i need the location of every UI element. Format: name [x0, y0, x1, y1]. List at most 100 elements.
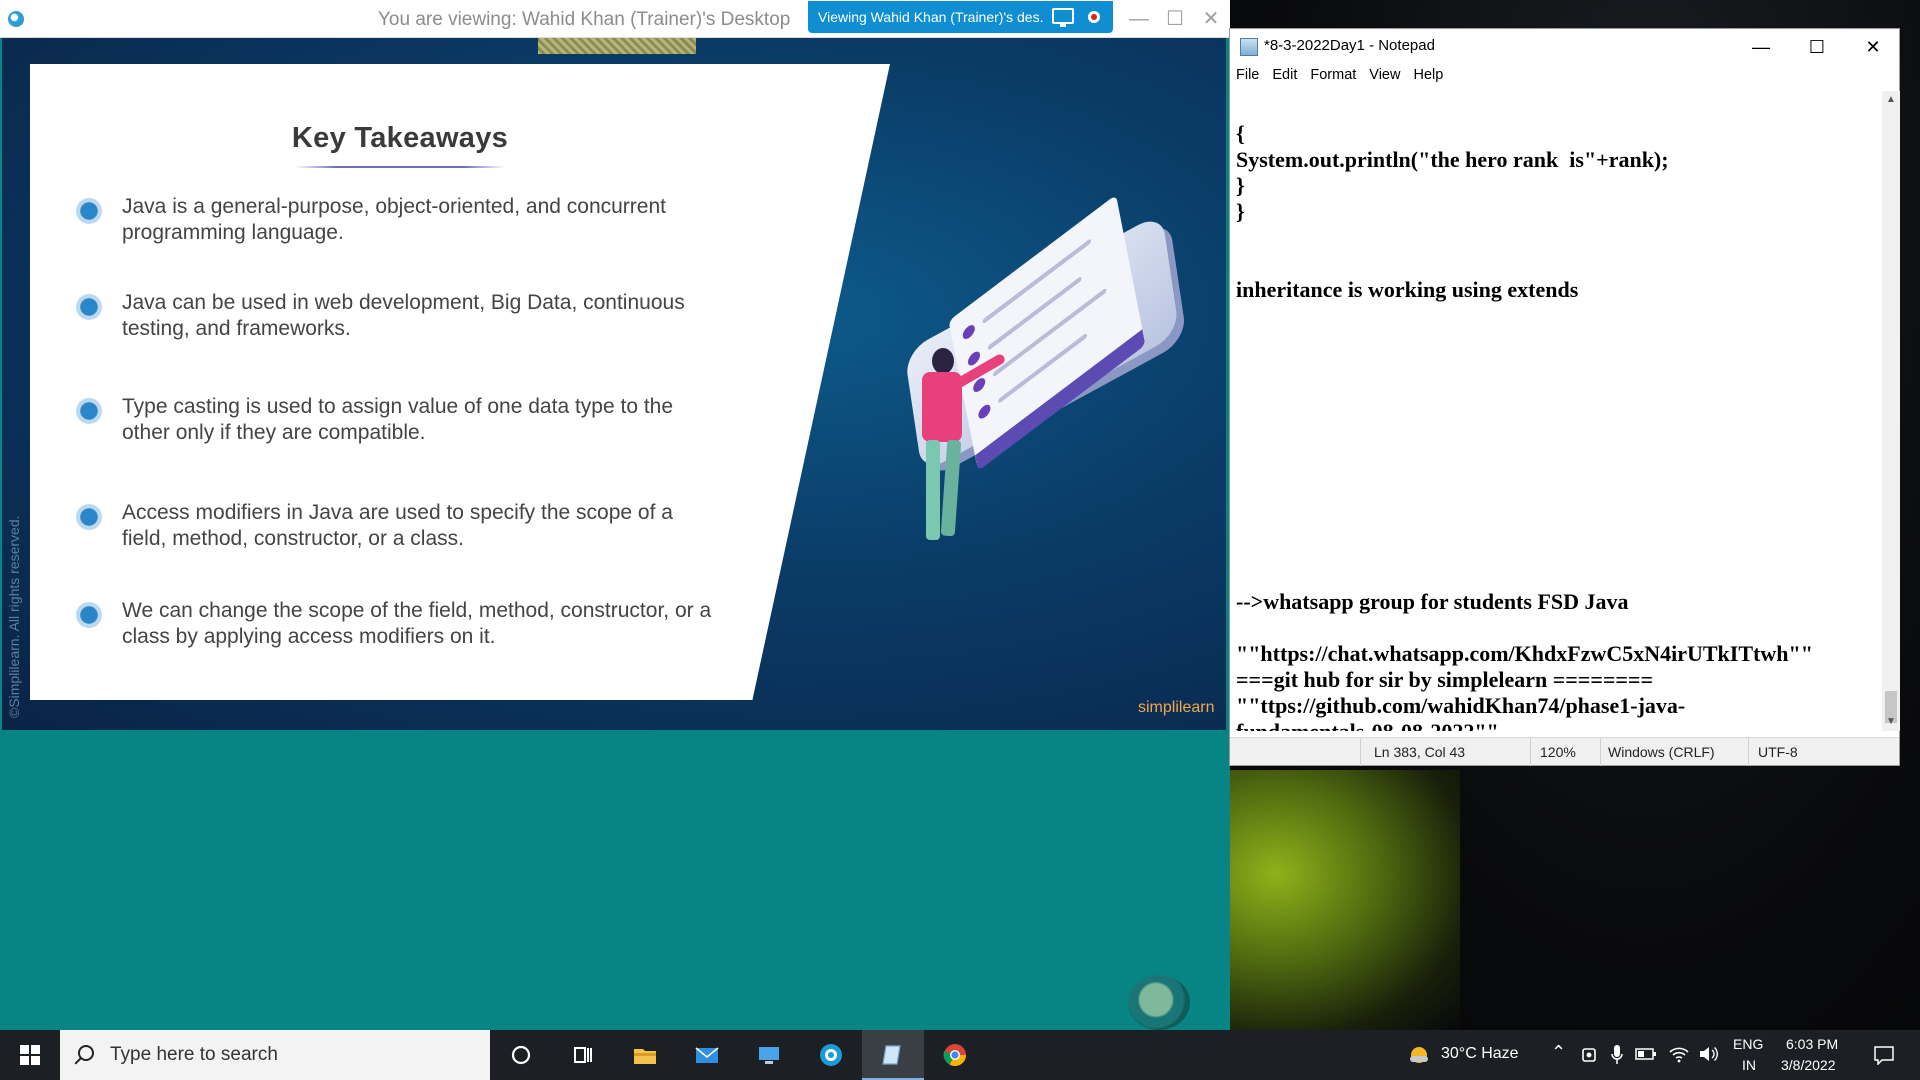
screen-share-icon[interactable] — [1052, 8, 1074, 27]
bullet-text: Java can be used in web development, Big… — [122, 291, 685, 340]
cortana-icon — [511, 1045, 531, 1065]
taskbar: Type here to search 30°C Haze ⌃ ENG IN 6… — [0, 1030, 1920, 1080]
task-view-icon — [574, 1047, 592, 1063]
viewing-banner-text: Viewing Wahid Khan (Trainer)'s des... — [818, 9, 1043, 25]
region-indicator[interactable]: IN — [1742, 1057, 1756, 1073]
viewer-close-button[interactable]: ✕ — [1198, 6, 1224, 32]
text-line: ""https://chat.whatsapp.com/KhdxFzwC5xN4… — [1236, 641, 1813, 666]
chevron-up-icon[interactable]: ⌃ — [1551, 1042, 1566, 1063]
record-icon[interactable] — [1088, 11, 1100, 23]
encoding: UTF-8 — [1758, 744, 1798, 760]
menu-format[interactable]: Format — [1304, 65, 1363, 83]
mail-button[interactable] — [676, 1030, 738, 1080]
viewing-banner[interactable]: Viewing Wahid Khan (Trainer)'s des... — [808, 1, 1113, 33]
text-line: ""ttps://github.com/wahidKhan74/phase1-j… — [1236, 693, 1686, 718]
slide-title-underline — [295, 166, 505, 168]
notepad-titlebar[interactable]: *8-3-2022Day1 - Notepad — ☐ ✕ — [1230, 29, 1899, 65]
participant-avatar[interactable] — [1128, 975, 1190, 1030]
viewer-minimize-button[interactable]: — — [1126, 6, 1152, 32]
text-line: inheritance is working using extends — [1236, 277, 1579, 302]
menu-help[interactable]: Help — [1407, 65, 1450, 83]
slide-title: Key Takeaways — [291, 122, 509, 154]
bullet-text: Type casting is used to assign value of … — [122, 395, 674, 444]
search-placeholder: Type here to search — [110, 1044, 278, 1065]
remote-desktop-icon — [759, 1047, 779, 1064]
slide-top-strip — [538, 38, 696, 54]
meeting-tray-icon[interactable] — [1580, 1046, 1598, 1064]
notepad-title: *8-3-2022Day1 - Notepad — [1264, 37, 1435, 54]
zoom-level: 120% — [1540, 744, 1576, 760]
notepad-menubar: File Edit Format View Help — [1230, 65, 1899, 87]
chrome-icon — [943, 1044, 966, 1066]
meeting-viewer-button[interactable] — [800, 1030, 862, 1080]
mail-icon — [695, 1047, 719, 1063]
meeting-viewer-icon — [820, 1044, 842, 1066]
notepad-window: *8-3-2022Day1 - Notepad — ☐ ✕ File Edit Fo… — [1229, 28, 1900, 766]
checklist-illustration — [948, 194, 1146, 472]
notepad-vertical-scrollbar[interactable]: ▲ ▼ — [1882, 91, 1900, 731]
bullet-dot-icon — [76, 294, 102, 320]
cursor-position: Ln 383, Col 43 — [1374, 744, 1466, 760]
scroll-up-icon[interactable]: ▲ — [1882, 91, 1900, 109]
text-line: } — [1236, 199, 1245, 224]
slide-copyright: ©Simplilearn. All rights reserved. — [6, 515, 22, 718]
phone-checklist-illustration — [872, 194, 1192, 558]
notepad-text-area[interactable]: { System.out.println("the hero rank is"+… — [1230, 91, 1882, 731]
notepad-icon — [1240, 38, 1258, 56]
slide-content-card: Key Takeaways Java is a general-purpose,… — [30, 64, 890, 700]
task-view-button[interactable] — [552, 1030, 614, 1080]
bullet-dot-icon — [76, 198, 102, 224]
bullet-text: Java is a general-purpose, object-orient… — [122, 195, 666, 244]
viewer-maximize-button[interactable]: ☐ — [1162, 6, 1188, 32]
text-line: ===git hub for sir by simplelearn ======… — [1236, 667, 1654, 692]
simplilearn-logo: simplilearn — [1138, 699, 1215, 716]
battery-icon[interactable] — [1635, 1047, 1657, 1061]
text-line: -->whatsapp group for students FSD Java — [1236, 589, 1629, 614]
notepad-minimize-button[interactable]: — — [1733, 29, 1789, 65]
viewer-title: You are viewing: Wahid Khan (Trainer)'s … — [378, 9, 791, 30]
clock-date[interactable]: 3/8/2022 — [1781, 1057, 1836, 1073]
notepad-icon — [882, 1045, 901, 1065]
notepad-close-button[interactable]: ✕ — [1845, 29, 1901, 65]
bullet-dot-icon — [76, 398, 102, 424]
viewer-app-icon — [8, 11, 24, 27]
notification-center-icon[interactable] — [1873, 1045, 1895, 1065]
notepad-statusbar: Ln 383, Col 43 120% Windows (CRLF) UTF-8 — [1230, 737, 1899, 766]
bullet-text: We can change the scope of the field, me… — [122, 599, 712, 648]
search-icon — [78, 1045, 94, 1061]
language-indicator[interactable]: ENG — [1733, 1036, 1763, 1052]
bullet-dot-icon — [76, 602, 102, 628]
menu-edit[interactable]: Edit — [1266, 65, 1304, 83]
microphone-icon[interactable] — [1610, 1044, 1624, 1066]
text-line: { — [1236, 121, 1245, 146]
cortana-button[interactable] — [490, 1030, 552, 1080]
taskbar-search-box[interactable]: Type here to search — [60, 1030, 490, 1080]
weather-icon[interactable] — [1407, 1043, 1431, 1067]
notepad-maximize-button[interactable]: ☐ — [1789, 29, 1845, 65]
text-line: System.out.println("the hero rank is"+ra… — [1236, 147, 1669, 172]
remote-desktop-button[interactable] — [738, 1030, 800, 1080]
presentation-slide: Key Takeaways Java is a general-purpose,… — [2, 38, 1226, 730]
viewer-titlebar[interactable]: You are viewing: Wahid Khan (Trainer)'s … — [0, 0, 1230, 38]
wifi-icon[interactable] — [1668, 1045, 1690, 1063]
bullet-text: Access modifiers in Java are used to spe… — [122, 501, 673, 550]
text-line: } — [1236, 173, 1245, 198]
line-ending: Windows (CRLF) — [1608, 744, 1715, 760]
bullet-dot-icon — [76, 504, 102, 530]
weather-text[interactable]: 30°C Haze — [1441, 1045, 1519, 1063]
notepad-taskbar-button[interactable] — [862, 1030, 924, 1080]
scroll-down-icon[interactable]: ▼ — [1882, 713, 1900, 731]
clock-time[interactable]: 6:03 PM — [1786, 1036, 1838, 1052]
text-line: fundamentals-08-08-2022"" — [1236, 719, 1499, 731]
wallpaper-tent — [1230, 770, 1460, 1030]
system-tray: 30°C Haze ⌃ ENG IN 6:03 PM 3/8/2022 — [1395, 1030, 1920, 1080]
file-explorer-button[interactable] — [614, 1030, 676, 1080]
screen-share-viewer-window: You are viewing: Wahid Khan (Trainer)'s … — [0, 0, 1230, 1030]
person-illustration — [912, 348, 1007, 548]
volume-icon[interactable] — [1698, 1045, 1720, 1063]
file-explorer-icon — [634, 1049, 656, 1064]
chrome-button[interactable] — [924, 1030, 986, 1080]
menu-file[interactable]: File — [1230, 65, 1266, 83]
menu-view[interactable]: View — [1363, 65, 1407, 83]
start-button[interactable] — [0, 1030, 60, 1080]
